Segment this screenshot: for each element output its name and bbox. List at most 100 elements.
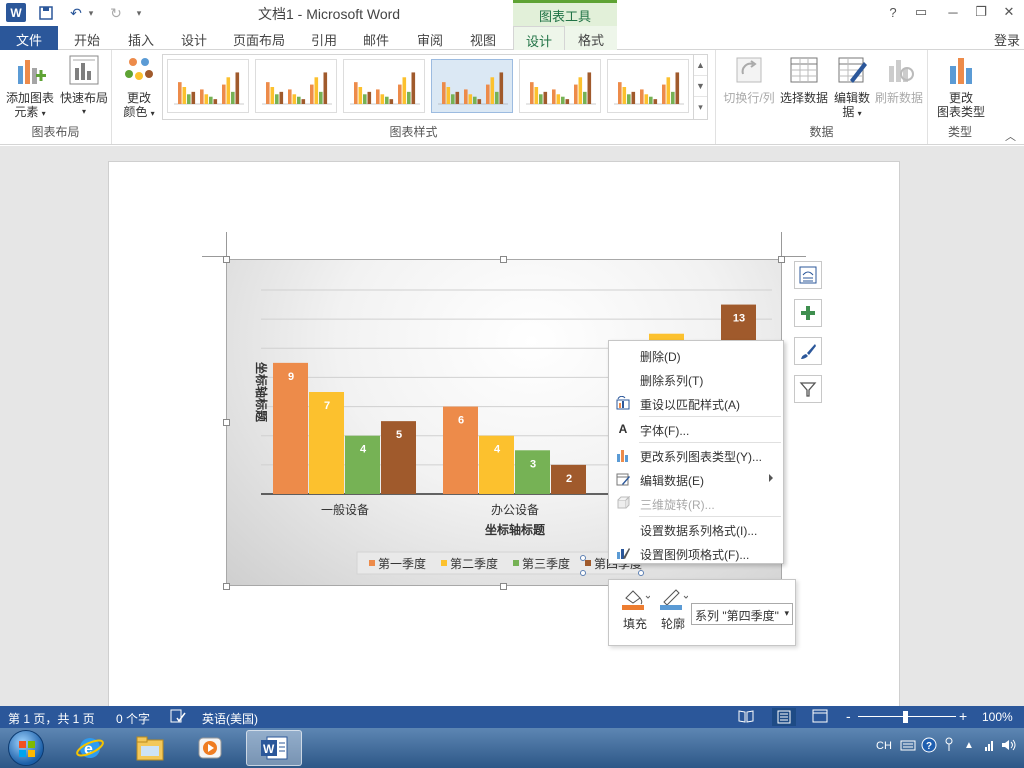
x-axis-title[interactable]: 坐标轴标题	[485, 522, 546, 537]
menu-item-reset-style[interactable]: 重设以匹配样式(A)	[609, 391, 783, 415]
login-link[interactable]: 登录	[994, 30, 1020, 49]
zoom-level[interactable]: 100%	[982, 710, 1013, 724]
page-count[interactable]: 第 1 页，共 1 页	[8, 710, 95, 727]
chart-style-option[interactable]	[607, 59, 689, 113]
tab-view[interactable]: 视图	[458, 26, 508, 50]
tab-home[interactable]: 开始	[62, 26, 112, 50]
taskbar-word[interactable]: W	[246, 730, 302, 766]
zoom-out-button[interactable]: -	[846, 708, 851, 724]
chart-style-preview	[438, 72, 508, 105]
chart-filters-button[interactable]	[794, 375, 822, 403]
resize-handle[interactable]	[500, 256, 507, 263]
legend-swatch	[585, 560, 591, 566]
menu-item-label: 删除系列(T)	[640, 374, 704, 388]
undo-icon[interactable]: ↶	[66, 3, 86, 23]
select-data-button[interactable]: 选择数据	[778, 54, 830, 105]
tab-chart-design[interactable]: 设计	[513, 26, 565, 51]
resize-handle[interactable]	[223, 419, 230, 426]
dropdown-arrow-icon: ▾	[41, 109, 46, 118]
add-chart-element-button[interactable]: 添加图表 元素 ▾	[4, 54, 56, 121]
legend-format-icon	[615, 545, 631, 561]
resize-handle[interactable]	[223, 583, 230, 590]
menu-item-delete-series[interactable]: 删除系列(T)	[609, 367, 783, 391]
print-layout-icon[interactable]	[772, 708, 796, 726]
tab-references[interactable]: 引用	[300, 26, 348, 50]
taskbar-explorer[interactable]	[122, 730, 178, 766]
menu-item-edit-data[interactable]: 编辑数据(E)	[609, 467, 783, 491]
tray-settings-icon[interactable]	[944, 736, 958, 755]
gallery-up-icon[interactable]: ▲	[694, 55, 707, 76]
help-button[interactable]: ?	[880, 2, 906, 22]
gallery-down-icon[interactable]: ▼	[694, 76, 707, 97]
tab-file[interactable]: 文件	[0, 26, 58, 50]
volume-icon[interactable]	[1000, 738, 1018, 755]
resize-handle[interactable]	[778, 256, 785, 263]
tab-mailings[interactable]: 邮件	[352, 26, 400, 50]
resize-handle[interactable]	[500, 583, 507, 590]
y-axis-title[interactable]: 坐标轴标题	[254, 362, 269, 423]
menu-item-change-series-chart-type[interactable]: 更改系列图表类型(Y)...	[609, 443, 783, 467]
keyboard-icon[interactable]	[900, 738, 916, 755]
switch-row-column-button[interactable]: 切换行/列	[720, 54, 778, 105]
start-button[interactable]	[8, 730, 44, 766]
tab-insert[interactable]: 插入	[116, 26, 166, 50]
minimize-button[interactable]: ─	[940, 2, 966, 22]
help-tray-icon[interactable]: ?	[921, 737, 937, 756]
series-select[interactable]: 系列 "第四季度" ▾	[691, 603, 793, 625]
proofing-icon[interactable]	[170, 709, 186, 726]
outline-button[interactable]: 轮廓	[655, 586, 691, 632]
chart-style-option[interactable]	[519, 59, 601, 113]
chart-style-option[interactable]	[255, 59, 337, 113]
word-count[interactable]: 0 个字	[116, 710, 150, 727]
tab-chart-format[interactable]: 格式	[565, 26, 617, 50]
chart-styles-button[interactable]	[794, 337, 822, 365]
menu-item-font[interactable]: A 字体(F)...	[609, 417, 783, 441]
taskbar-ie[interactable]: e	[62, 730, 118, 766]
zoom-slider-thumb[interactable]	[903, 711, 908, 723]
change-colors-button[interactable]: 更改 颜色 ▾	[118, 54, 160, 121]
language-status[interactable]: 英语(美国)	[202, 710, 258, 727]
tab-page-layout[interactable]: 页面布局	[224, 26, 294, 50]
dropdown-arrow-icon: ▾	[81, 107, 86, 116]
undo-dropdown-icon[interactable]: ▾	[86, 3, 96, 23]
refresh-data-button[interactable]: 刷新数据	[872, 54, 926, 105]
show-hidden-icons[interactable]: ▲	[964, 740, 974, 751]
change-chart-type-button[interactable]: 更改 图表类型	[932, 54, 990, 119]
menu-item-format-data-series[interactable]: 设置数据系列格式(I)...	[609, 517, 783, 541]
status-bar: 第 1 页，共 1 页 0 个字 英语(美国) - + 100%	[0, 706, 1024, 728]
chart-elements-button[interactable]	[794, 299, 822, 327]
taskbar-media-player[interactable]	[182, 730, 238, 766]
menu-item-delete[interactable]: 删除(D)	[609, 343, 783, 367]
network-icon[interactable]	[984, 738, 996, 755]
quick-layout-icon	[69, 55, 99, 85]
media-player-icon	[198, 737, 222, 759]
select-data-label: 选择数据	[779, 91, 828, 105]
edit-data-button[interactable]: 编辑数 据 ▾	[828, 54, 876, 121]
gallery-more-icon[interactable]: ▾	[694, 97, 707, 118]
bar[interactable]	[515, 450, 550, 494]
quick-layout-button[interactable]: 快速布局 ▾	[58, 54, 110, 119]
chart-style-option[interactable]	[167, 59, 249, 113]
group-chart-layouts: 添加图表 元素 ▾ 快速布局 ▾ 图表布局	[0, 50, 112, 144]
close-button[interactable]: ✕	[996, 2, 1022, 22]
fill-button[interactable]: 填充	[617, 586, 653, 632]
customize-toolbar-icon[interactable]: ▾	[132, 3, 146, 23]
save-icon[interactable]	[36, 3, 56, 23]
ribbon-display-button[interactable]: ▭	[908, 2, 934, 22]
restore-button[interactable]: ❐	[968, 2, 994, 22]
input-language[interactable]: CH	[876, 740, 892, 752]
layout-options-button[interactable]	[794, 261, 822, 289]
tab-design[interactable]: 设计	[170, 26, 218, 50]
chart-style-option[interactable]	[431, 59, 513, 113]
read-mode-icon[interactable]	[738, 709, 754, 726]
filter-icon	[799, 382, 817, 397]
zoom-in-button[interactable]: +	[959, 708, 967, 724]
redo-icon[interactable]: ↻	[106, 3, 126, 23]
resize-handle[interactable]	[223, 256, 230, 263]
collapse-ribbon-icon[interactable]: ︿	[1005, 128, 1016, 144]
chart-style-option[interactable]	[343, 59, 425, 113]
web-layout-icon[interactable]	[812, 709, 828, 726]
menu-item-format-legend-entry[interactable]: 设置图例项格式(F)...	[609, 541, 783, 565]
menu-item-3d-rotation[interactable]: 三维旋转(R)...	[609, 491, 783, 515]
tab-review[interactable]: 审阅	[406, 26, 454, 50]
